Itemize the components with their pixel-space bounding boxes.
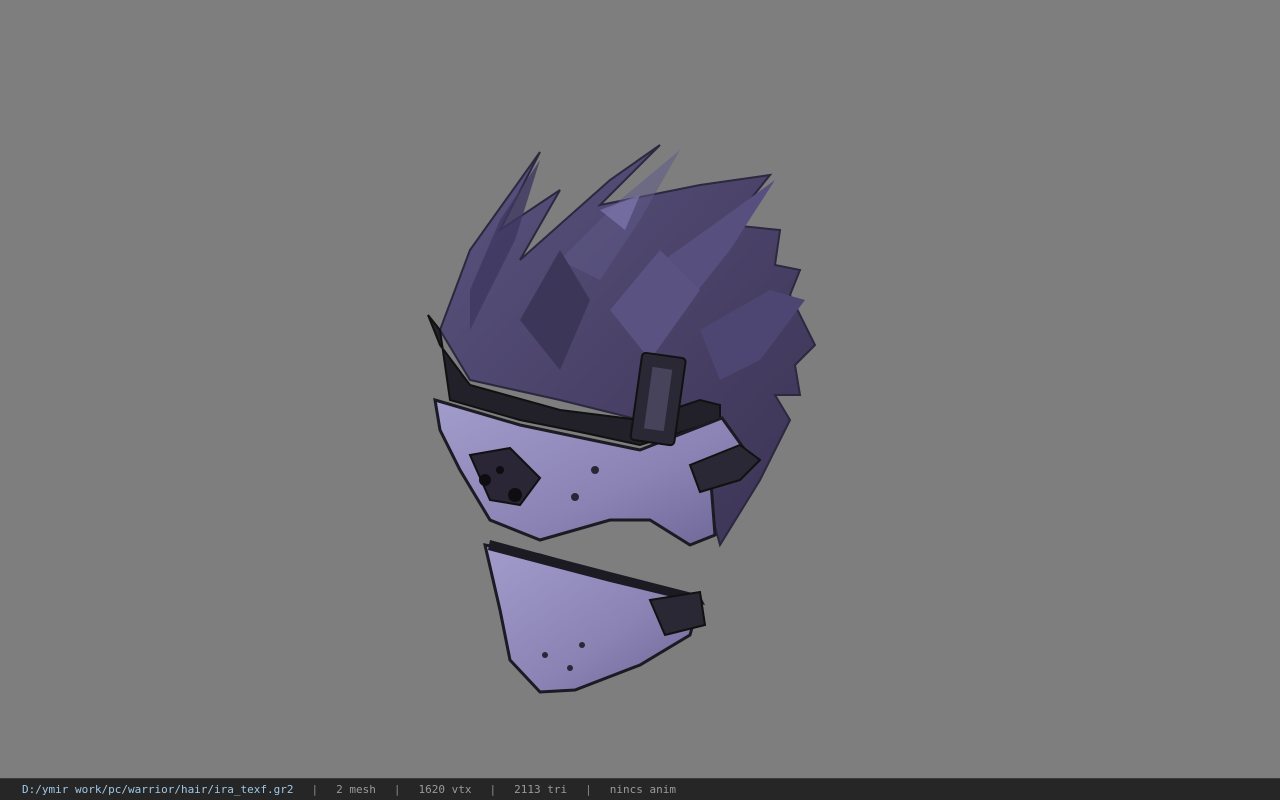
status-triangle-count: 2113 tri <box>514 783 568 796</box>
status-mesh-count: 2 mesh <box>336 783 376 796</box>
mask-lower <box>483 540 707 694</box>
3d-viewport[interactable] <box>0 0 1280 778</box>
status-separator: | <box>393 783 401 796</box>
status-vertex-count: 1620 vtx <box>418 783 472 796</box>
status-separator: | <box>489 783 497 796</box>
status-separator: | <box>311 783 319 796</box>
model-preview <box>427 144 817 694</box>
status-animation: nincs anim <box>609 783 676 796</box>
status-bar: D:/ymir work/pc/warrior/hair/ira_texf.gr… <box>0 778 1280 800</box>
status-file-path: D:/ymir work/pc/warrior/hair/ira_texf.gr… <box>22 783 294 796</box>
status-separator: | <box>585 783 592 796</box>
